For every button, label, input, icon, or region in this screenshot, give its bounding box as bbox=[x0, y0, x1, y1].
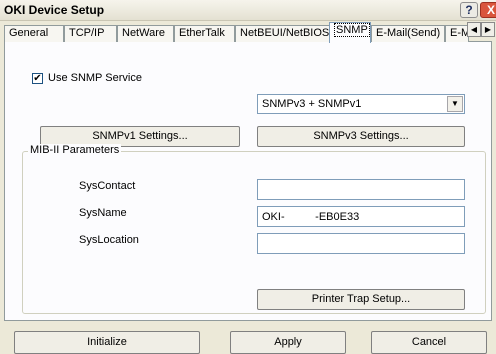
dropdown-button[interactable]: ▼ bbox=[447, 96, 463, 112]
tab-tcpip[interactable]: TCP/IP bbox=[64, 25, 117, 42]
chevron-right-icon: ▶ bbox=[484, 25, 492, 34]
tab-label: EtherTalk bbox=[179, 27, 225, 39]
tab-label: General bbox=[9, 27, 49, 39]
help-icon: ? bbox=[465, 3, 473, 17]
apply-button[interactable]: Apply bbox=[230, 331, 346, 354]
snmp-version-value: SNMPv3 + SNMPv1 bbox=[262, 98, 362, 110]
snmp-version-select[interactable]: SNMPv3 + SNMPv1 ▼ bbox=[257, 94, 465, 114]
cancel-button[interactable]: Cancel bbox=[371, 331, 487, 354]
mib-ii-group-title: MIB-II Parameters bbox=[28, 144, 122, 156]
use-snmp-label[interactable]: Use SNMP Service bbox=[48, 72, 142, 84]
initialize-button[interactable]: Initialize bbox=[14, 331, 200, 354]
tab-email-send[interactable]: E-Mail(Send) bbox=[371, 25, 445, 42]
chevron-left-icon: ◀ bbox=[470, 25, 478, 34]
syslocation-field[interactable] bbox=[257, 233, 465, 254]
tab-email-receive[interactable]: E-M bbox=[445, 25, 469, 42]
tab-label: TCP/IP bbox=[69, 27, 105, 39]
sysname-field[interactable]: OKI- -EB0E33 bbox=[257, 206, 465, 227]
tab-label: E-Mail(Send) bbox=[376, 27, 441, 39]
tab-ethertalk[interactable]: EtherTalk bbox=[174, 25, 235, 42]
syslocation-label: SysLocation bbox=[79, 234, 139, 246]
tab-scroll-right-button[interactable]: ▶ bbox=[481, 22, 495, 37]
tab-scroll-left-button[interactable]: ◀ bbox=[467, 22, 481, 37]
close-icon: X bbox=[486, 3, 495, 17]
close-button[interactable]: X bbox=[480, 2, 496, 18]
help-button[interactable]: ? bbox=[460, 2, 478, 18]
dialog-window: OKI Device Setup ? X General TCP/IP NetW… bbox=[0, 0, 496, 354]
printer-trap-setup-button[interactable]: Printer Trap Setup... bbox=[257, 289, 465, 310]
button-bar: Initialize Apply Cancel bbox=[0, 321, 496, 354]
checkmark-icon: ✔ bbox=[33, 73, 42, 84]
window-title: OKI Device Setup bbox=[4, 3, 105, 17]
tab-netware[interactable]: NetWare bbox=[117, 25, 174, 42]
tab-label: NetBEUI/NetBIOS bbox=[240, 27, 330, 39]
snmpv3-settings-button[interactable]: SNMPv3 Settings... bbox=[257, 126, 465, 147]
tab-label: SNMP bbox=[334, 23, 370, 37]
tab-general[interactable]: General bbox=[4, 25, 64, 42]
title-bar[interactable]: OKI Device Setup ? X bbox=[0, 0, 496, 21]
tab-label: NetWare bbox=[122, 27, 165, 39]
chevron-down-icon: ▼ bbox=[451, 99, 459, 108]
use-snmp-checkbox[interactable]: ✔ bbox=[32, 73, 43, 84]
sysname-value: OKI- -EB0E33 bbox=[262, 211, 360, 223]
syscontact-label: SysContact bbox=[79, 180, 136, 192]
syscontact-field[interactable] bbox=[257, 179, 465, 200]
tab-netbeui-netbios[interactable]: NetBEUI/NetBIOS bbox=[235, 25, 330, 42]
sysname-label: SysName bbox=[79, 207, 127, 219]
tab-snmp[interactable]: SNMP bbox=[329, 22, 371, 43]
